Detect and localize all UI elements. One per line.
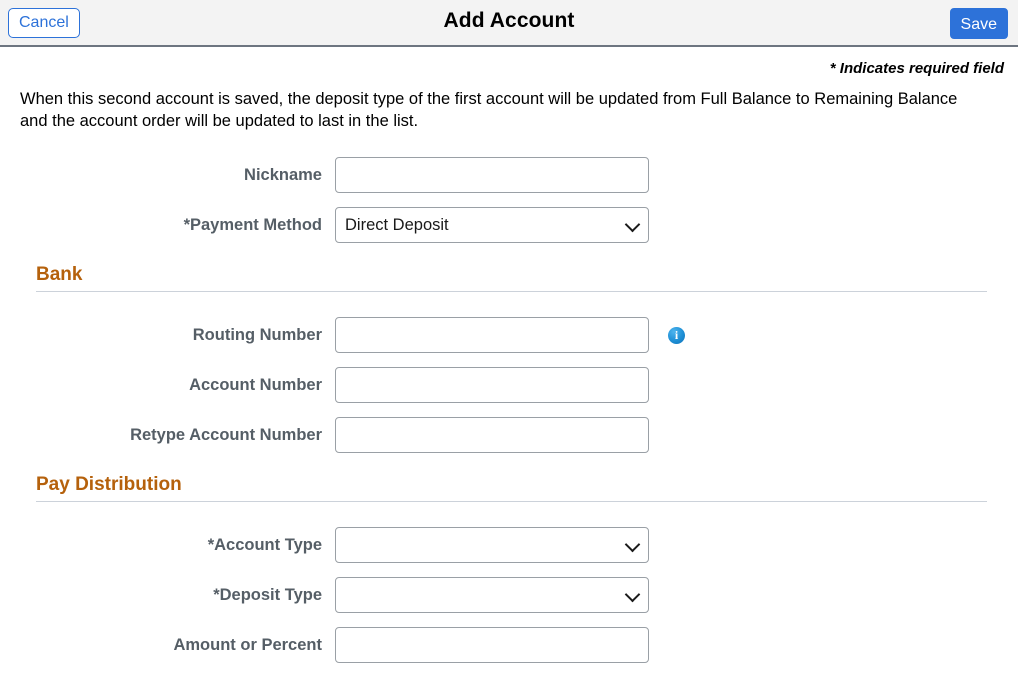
routing-number-input[interactable] (335, 317, 649, 353)
section-bank: Bank (0, 264, 1018, 292)
retype-account-number-field-wrap (335, 417, 649, 453)
account-type-field-wrap (335, 527, 649, 563)
pay-distribution-fields: *Account Type *Deposit Type (0, 520, 1018, 670)
section-pay-distribution-title: Pay Distribution (36, 474, 987, 496)
routing-number-label: Routing Number (0, 326, 335, 345)
payment-method-label: *Payment Method (0, 216, 335, 235)
payment-method-select[interactable]: Direct Deposit (335, 207, 649, 243)
section-bank-title: Bank (36, 264, 987, 286)
payment-method-field-wrap: Direct Deposit (335, 207, 649, 243)
account-type-select-wrap[interactable] (335, 527, 649, 563)
save-button[interactable]: Save (950, 8, 1008, 39)
account-form: Nickname *Payment Method Direct Deposit (0, 150, 1018, 250)
required-field-note: * Indicates required field (0, 47, 1018, 77)
page-content: * Indicates required field When this sec… (0, 47, 1018, 670)
account-type-select[interactable] (335, 527, 649, 563)
field-row-routing-number: Routing Number (0, 310, 1018, 360)
field-row-nickname: Nickname (0, 150, 1018, 200)
section-pay-distribution: Pay Distribution (0, 474, 1018, 502)
nickname-label: Nickname (0, 166, 335, 185)
field-row-retype-account-number: Retype Account Number (0, 410, 1018, 460)
amount-or-percent-label: Amount or Percent (0, 636, 335, 655)
account-type-label: *Account Type (0, 536, 335, 555)
deposit-type-select-wrap[interactable] (335, 577, 649, 613)
amount-or-percent-field-wrap (335, 627, 649, 663)
retype-account-number-label: Retype Account Number (0, 426, 335, 445)
routing-number-field-wrap (335, 317, 685, 353)
field-row-amount-or-percent: Amount or Percent (0, 620, 1018, 670)
field-row-payment-method: *Payment Method Direct Deposit (0, 200, 1018, 250)
intro-message: When this second account is saved, the d… (0, 88, 1018, 132)
account-number-field-wrap (335, 367, 649, 403)
retype-account-number-input[interactable] (335, 417, 649, 453)
info-icon[interactable] (668, 327, 685, 344)
field-row-deposit-type: *Deposit Type (0, 570, 1018, 620)
amount-or-percent-input[interactable] (335, 627, 649, 663)
deposit-type-field-wrap (335, 577, 649, 613)
section-bank-rule (36, 291, 987, 292)
deposit-type-select[interactable] (335, 577, 649, 613)
account-number-label: Account Number (0, 376, 335, 395)
deposit-type-label: *Deposit Type (0, 586, 335, 605)
field-row-account-number: Account Number (0, 360, 1018, 410)
payment-method-select-wrap[interactable]: Direct Deposit (335, 207, 649, 243)
bank-fields: Routing Number Account Number Retype Acc… (0, 310, 1018, 460)
nickname-input[interactable] (335, 157, 649, 193)
page-title: Add Account (0, 9, 1018, 33)
section-pay-distribution-rule (36, 501, 987, 502)
page-header: Cancel Add Account Save (0, 0, 1018, 47)
account-number-input[interactable] (335, 367, 649, 403)
nickname-field-wrap (335, 157, 649, 193)
field-row-account-type: *Account Type (0, 520, 1018, 570)
